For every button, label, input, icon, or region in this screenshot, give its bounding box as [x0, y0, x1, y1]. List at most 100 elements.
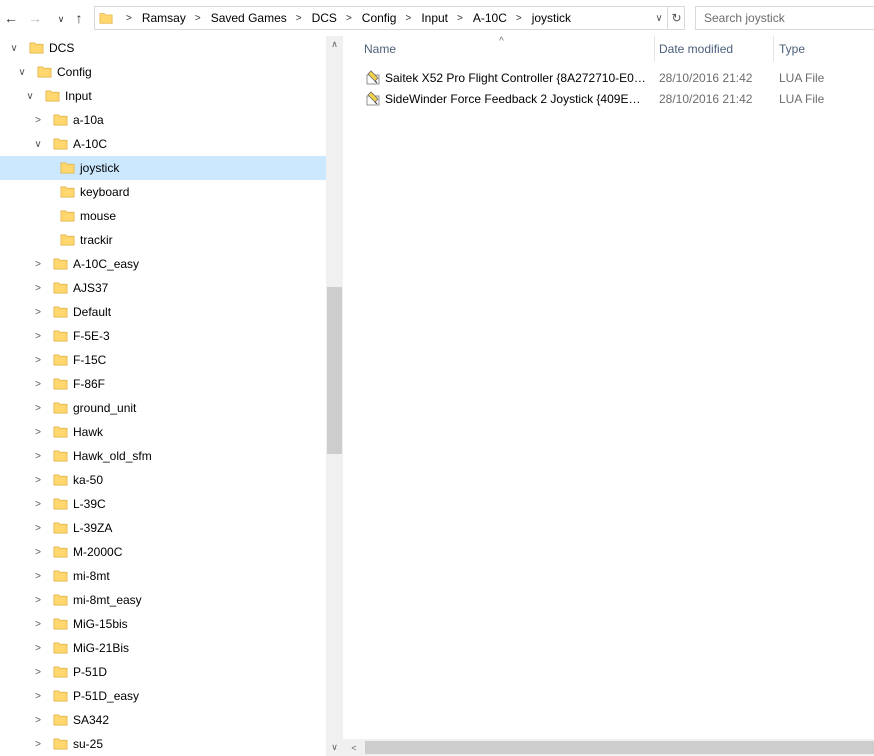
breadcrumb-separator-icon[interactable]: > — [507, 13, 532, 24]
scrollbar-thumb[interactable] — [327, 287, 342, 454]
column-header-date-modified[interactable]: Date modified — [659, 36, 773, 62]
folder-icon — [37, 66, 52, 78]
tree-item[interactable]: > P-51D — [0, 660, 326, 684]
breadcrumb-item[interactable]: joystick — [532, 11, 571, 25]
search-box[interactable] — [695, 6, 874, 30]
tree-item[interactable]: > Hawk — [0, 420, 326, 444]
chevron-right-icon[interactable]: > — [32, 498, 44, 510]
chevron-right-icon[interactable]: > — [32, 282, 44, 294]
breadcrumb-separator-icon[interactable]: > — [186, 13, 211, 24]
tree-item[interactable]: > mi-8mt — [0, 564, 326, 588]
column-header-name[interactable]: Name — [364, 36, 654, 62]
chevron-right-icon[interactable]: > — [32, 642, 44, 654]
tree-item[interactable]: > F-86F — [0, 372, 326, 396]
chevron-right-icon[interactable]: > — [32, 426, 44, 438]
tree-item[interactable]: > L-39ZA — [0, 516, 326, 540]
breadcrumb-separator-icon[interactable]: > — [448, 13, 473, 24]
column-divider[interactable] — [654, 36, 655, 62]
arrow-up-icon: ↑ — [75, 10, 83, 26]
tree-item[interactable]: > SA342 — [0, 708, 326, 732]
file-row[interactable]: Saitek X52 Pro Flight Controller {8A2727… — [343, 67, 874, 88]
chevron-right-icon[interactable]: > — [32, 714, 44, 726]
tree-item[interactable]: joystick — [0, 156, 326, 180]
refresh-button[interactable]: ↻ — [667, 7, 685, 29]
breadcrumb-item[interactable]: Saved Games — [211, 11, 287, 25]
column-divider[interactable] — [773, 36, 774, 62]
up-button[interactable]: ↑ — [68, 7, 90, 29]
tree-item[interactable]: > ground_unit — [0, 396, 326, 420]
chevron-right-icon[interactable]: > — [32, 594, 44, 606]
tree-item[interactable]: ∨ A-10C — [0, 132, 326, 156]
tree-item[interactable]: > mi-8mt_easy — [0, 588, 326, 612]
tree-item[interactable]: > M-2000C — [0, 540, 326, 564]
tree-item[interactable]: > ka-50 — [0, 468, 326, 492]
chevron-down-icon[interactable]: ∨ — [8, 42, 20, 54]
tree-item[interactable]: > AJS37 — [0, 276, 326, 300]
breadcrumb-separator-icon[interactable]: > — [337, 13, 362, 24]
chevron-right-icon[interactable]: > — [32, 378, 44, 390]
tree-item[interactable]: > L-39C — [0, 492, 326, 516]
breadcrumb-item[interactable]: Config — [362, 11, 397, 25]
horizontal-scrollbar[interactable]: < — [343, 739, 874, 756]
tree-item[interactable]: > su-25 — [0, 732, 326, 756]
chevron-right-icon[interactable]: > — [32, 114, 44, 126]
breadcrumb-separator-icon[interactable]: > — [287, 13, 312, 24]
chevron-down-icon[interactable]: ∨ — [24, 90, 36, 102]
chevron-right-icon[interactable]: > — [32, 306, 44, 318]
file-row[interactable]: SideWinder Force Feedback 2 Joystick {40… — [343, 88, 874, 109]
breadcrumb-separator-icon[interactable]: > — [117, 13, 142, 24]
chevron-right-icon[interactable]: > — [32, 474, 44, 486]
scroll-up-button[interactable]: ∧ — [326, 36, 343, 53]
breadcrumb-item[interactable]: DCS — [312, 11, 337, 25]
tree-item[interactable]: > MiG-21Bis — [0, 636, 326, 660]
tree-item[interactable]: > P-51D_easy — [0, 684, 326, 708]
scrollbar-thumb[interactable] — [365, 741, 874, 754]
chevron-down-icon[interactable]: ∨ — [32, 138, 44, 150]
tree-item[interactable]: > Default — [0, 300, 326, 324]
back-button[interactable]: ← — [0, 7, 22, 29]
breadcrumb-item[interactable]: Ramsay — [142, 11, 186, 25]
tree-item-label: A-10C_easy — [73, 257, 140, 271]
scroll-down-button[interactable]: ∨ — [326, 739, 343, 756]
tree-item[interactable]: mouse — [0, 204, 326, 228]
tree-item[interactable]: trackir — [0, 228, 326, 252]
tree-item[interactable]: > a-10a — [0, 108, 326, 132]
tree-item[interactable]: > A-10C_easy — [0, 252, 326, 276]
chevron-right-icon[interactable]: > — [32, 546, 44, 558]
chevron-right-icon[interactable]: > — [32, 690, 44, 702]
tree-item[interactable]: > F-5E-3 — [0, 324, 326, 348]
tree-item[interactable]: ∨ DCS — [0, 36, 326, 60]
address-dropdown-button[interactable]: ∨ — [651, 7, 667, 29]
navigation-scrollbar[interactable]: ∧ ∨ — [326, 36, 343, 756]
breadcrumb-separator-icon[interactable]: > — [396, 13, 421, 24]
chevron-right-icon[interactable]: > — [32, 450, 44, 462]
file-type: LUA File — [779, 71, 825, 85]
chevron-right-icon[interactable]: > — [32, 738, 44, 750]
column-header-type[interactable]: Type — [779, 36, 874, 62]
chevron-right-icon[interactable]: > — [32, 570, 44, 582]
folder-icon — [60, 234, 75, 246]
chevron-right-icon[interactable]: > — [32, 618, 44, 630]
tree-item[interactable]: ∨ Config — [0, 60, 326, 84]
chevron-right-icon[interactable]: > — [32, 354, 44, 366]
address-bar[interactable]: > Ramsay > Saved Games > DCS > Config > Input > A-1… — [94, 6, 685, 30]
tree-item[interactable]: > F-15C — [0, 348, 326, 372]
tree-item[interactable]: keyboard — [0, 180, 326, 204]
scroll-left-button[interactable]: < — [347, 739, 361, 756]
tree-item[interactable]: > MiG-15bis — [0, 612, 326, 636]
tree-item[interactable]: ∨ Input — [0, 84, 326, 108]
chevron-down-icon: ∨ — [57, 13, 65, 24]
chevron-right-icon[interactable]: > — [32, 330, 44, 342]
chevron-right-icon[interactable]: > — [32, 258, 44, 270]
tree-item-label: trackir — [80, 233, 113, 247]
breadcrumb-item[interactable]: A-10C — [473, 11, 507, 25]
search-input[interactable] — [696, 7, 874, 29]
tree-item-label: ka-50 — [73, 473, 104, 487]
chevron-right-icon[interactable]: > — [32, 402, 44, 414]
tree-item[interactable]: > Hawk_old_sfm — [0, 444, 326, 468]
breadcrumb-item[interactable]: Input — [421, 11, 448, 25]
chevron-right-icon[interactable]: > — [32, 666, 44, 678]
chevron-down-icon[interactable]: ∨ — [16, 66, 28, 78]
forward-button[interactable]: → — [24, 7, 46, 29]
chevron-right-icon[interactable]: > — [32, 522, 44, 534]
